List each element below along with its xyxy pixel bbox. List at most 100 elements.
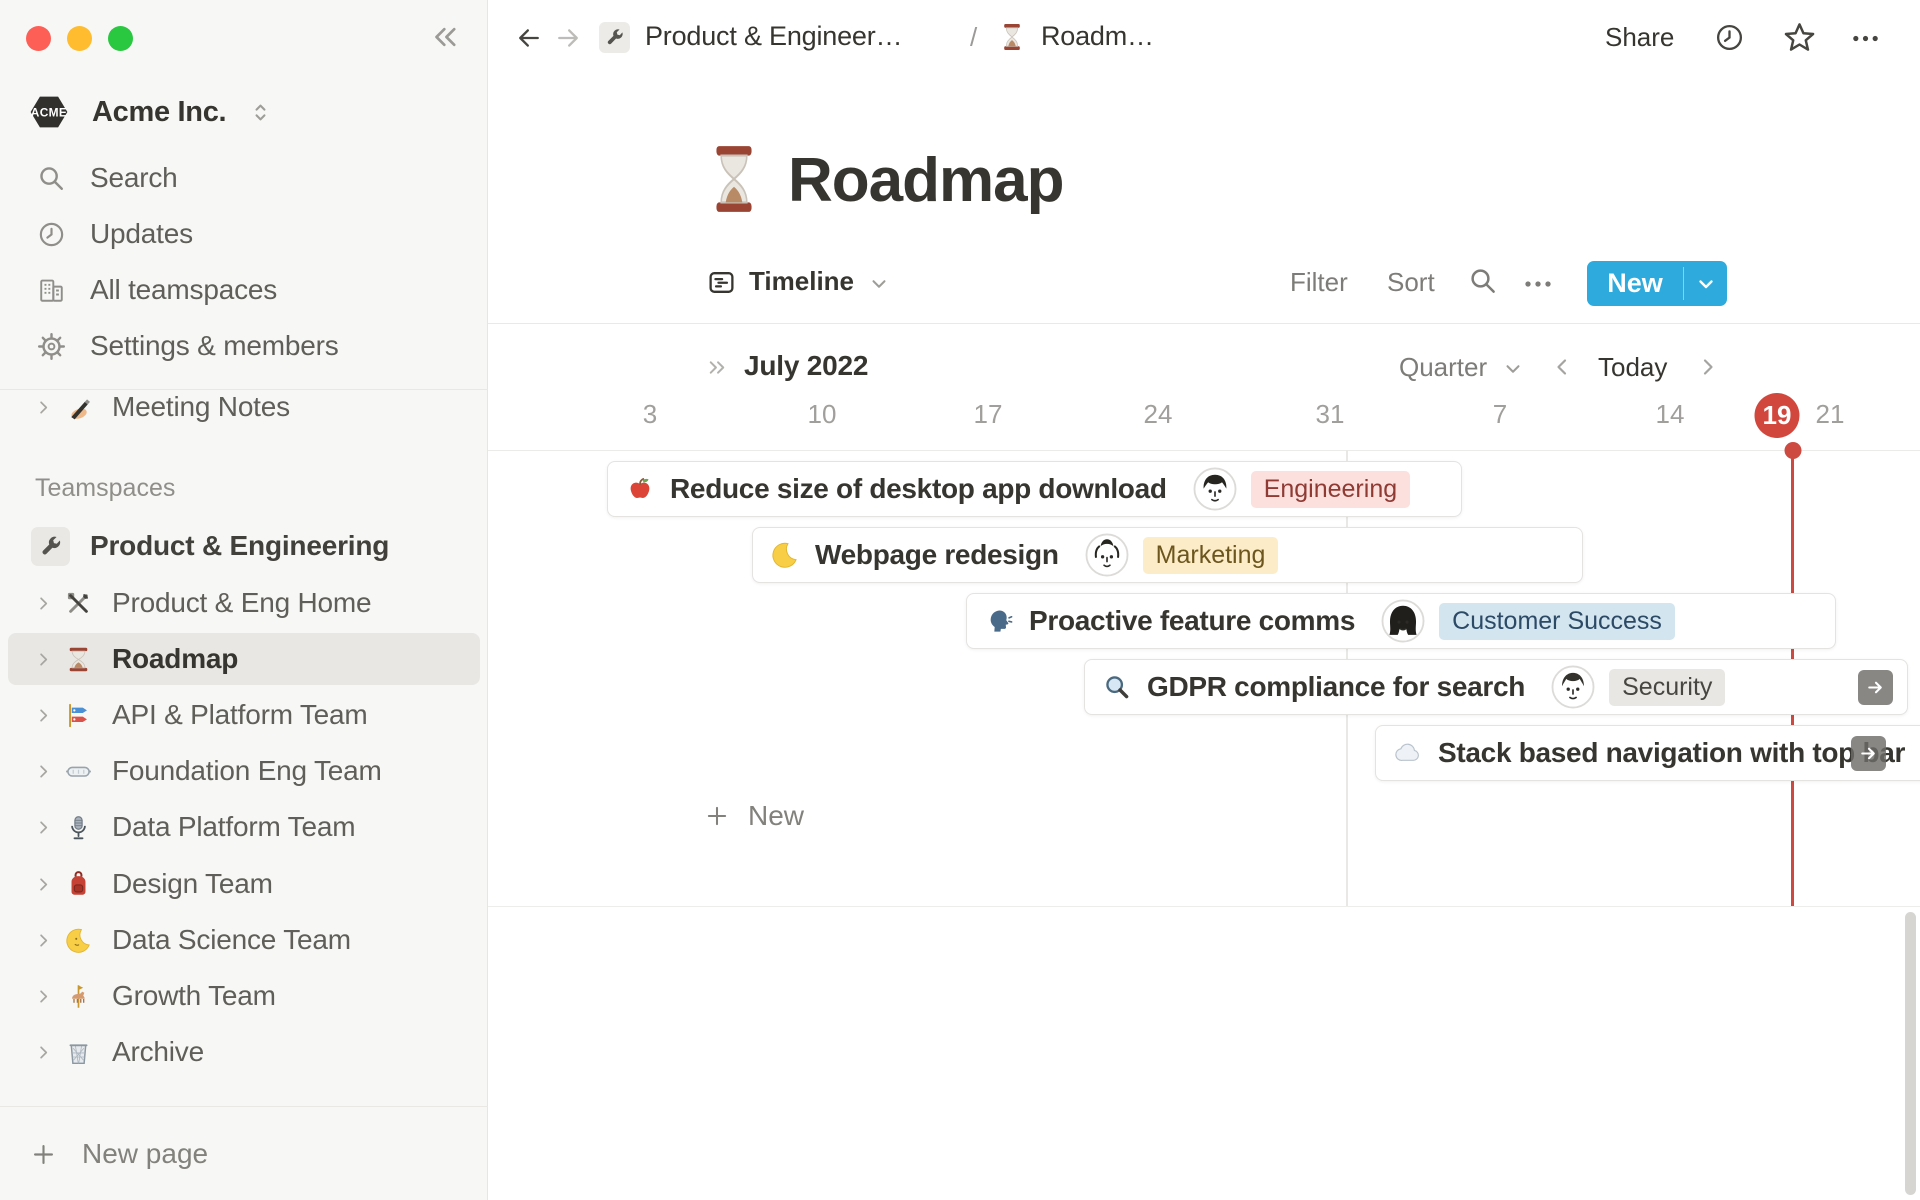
team-tag: Security: [1609, 668, 1726, 706]
double-chevron-right-icon[interactable]: [705, 355, 730, 380]
chevron-left-icon[interactable]: [1550, 355, 1574, 379]
workspace-switcher[interactable]: ACME Acme Inc.: [28, 90, 273, 134]
open-page-arrow-button[interactable]: [1858, 670, 1893, 705]
zoom-window-button[interactable]: [108, 26, 133, 51]
chevron-right-icon[interactable]: [34, 1043, 53, 1062]
sidebar-item-archive[interactable]: Archive: [0, 1026, 488, 1078]
sidebar-item-product-engineering[interactable]: Product & Engineering: [0, 520, 488, 572]
sidebar-item-search[interactable]: Search: [0, 152, 488, 204]
page-title-icon[interactable]: [707, 141, 761, 217]
clock-icon[interactable]: [1714, 22, 1745, 53]
chevron-right-icon[interactable]: [34, 594, 53, 613]
back-button[interactable]: [515, 24, 543, 52]
today-button[interactable]: Today: [1598, 352, 1667, 383]
sidebar-item-all-teamspaces[interactable]: All teamspaces: [0, 264, 488, 316]
sidebar-item-label: Settings & members: [90, 330, 339, 361]
sort-button[interactable]: Sort: [1387, 267, 1435, 298]
chevron-down-icon[interactable]: [1502, 358, 1524, 380]
new-item-button[interactable]: New: [1587, 261, 1727, 306]
team-tag: Customer Success: [1439, 602, 1675, 640]
sidebar-item-data-science-team[interactable]: Data Science Team: [0, 914, 488, 966]
timeline-item-reduce-app-size[interactable]: Reduce size of desktop app download Engi…: [607, 461, 1462, 517]
teamspace-icon-box: [31, 526, 70, 566]
new-page-button[interactable]: New page: [0, 1128, 488, 1180]
updown-icon: [248, 100, 273, 125]
breadcrumb-teamspace[interactable]: [599, 22, 630, 53]
wrench-emoji: [38, 534, 63, 559]
chevron-right-icon[interactable]: [34, 875, 53, 894]
sidebar-item-roadmap-selected[interactable]: Roadmap: [8, 633, 480, 685]
star-icon[interactable]: [1782, 20, 1817, 55]
sidebar-item-product-eng-home[interactable]: Product & Eng Home: [0, 577, 488, 629]
chevron-right-icon[interactable]: [34, 398, 53, 417]
building-icon: [37, 276, 66, 305]
chevron-right-icon[interactable]: [1696, 355, 1720, 379]
chevron-right-icon[interactable]: [34, 706, 53, 725]
sidebar-item-settings[interactable]: Settings & members: [0, 320, 488, 372]
date-label: 31: [1315, 399, 1345, 429]
avatar: [1381, 599, 1425, 643]
filter-button[interactable]: Filter: [1290, 267, 1348, 298]
window-controls: [26, 26, 133, 51]
avatar: [1551, 665, 1595, 709]
sidebar-item-meeting-notes[interactable]: Meeting Notes: [0, 381, 488, 433]
cloud-emoji: [1394, 739, 1422, 767]
sidebar-item-label: All teamspaces: [90, 274, 278, 305]
close-window-button[interactable]: [26, 26, 51, 51]
sidebar-item-label: Roadmap: [112, 643, 239, 674]
dots-icon[interactable]: [1522, 268, 1554, 300]
hourglass-emoji: [1000, 22, 1024, 52]
forward-button[interactable]: [554, 24, 582, 52]
speaking-head-emoji: [985, 607, 1013, 635]
page-title[interactable]: Roadmap: [788, 145, 1064, 216]
breadcrumb-teamspace-label[interactable]: Product & Engineer…: [645, 21, 903, 52]
sidebar-item-design-team[interactable]: Design Team: [0, 858, 488, 910]
timeline-item-gdpr-compliance[interactable]: GDPR compliance for search Security: [1084, 659, 1908, 715]
new-item-button-label[interactable]: New: [1587, 261, 1683, 306]
minimize-window-button[interactable]: [67, 26, 92, 51]
hammer-wrench-emoji: [65, 590, 92, 617]
sidebar-item-updates[interactable]: Updates: [0, 208, 488, 260]
breadcrumb-separator: /: [970, 22, 978, 52]
date-label: 24: [1143, 399, 1173, 429]
dots-icon[interactable]: [1850, 23, 1881, 54]
sidebar-item-label: Data Science Team: [112, 924, 351, 955]
collapse-sidebar-icon[interactable]: [428, 20, 462, 54]
open-page-arrow-button[interactable]: [1851, 736, 1886, 771]
timeline-item-title: Reduce size of desktop app download: [670, 473, 1167, 504]
microphone-emoji: [65, 814, 92, 841]
backpack-emoji: [65, 870, 92, 898]
chevron-down-icon[interactable]: [868, 273, 890, 295]
timeline-item-title: Proactive feature comms: [1029, 605, 1356, 636]
sidebar-item-data-platform-team[interactable]: Data Platform Team: [0, 801, 488, 853]
sidebar-item-label: Meeting Notes: [112, 391, 290, 422]
breadcrumb-page-label[interactable]: Roadm…: [1041, 21, 1154, 52]
workspace-logo: ACME: [28, 91, 70, 133]
chevron-right-icon[interactable]: [34, 650, 53, 669]
today-line-dot: [1784, 442, 1802, 459]
date-label: 3: [642, 399, 658, 429]
chevron-right-icon[interactable]: [34, 987, 53, 1006]
timeline-item-stack-navigation[interactable]: Stack based navigation with top bar: [1375, 725, 1920, 781]
timeline-new-row-button[interactable]: New: [704, 796, 804, 836]
search-icon[interactable]: [1468, 266, 1498, 296]
timeline-zoom-select[interactable]: Quarter: [1399, 352, 1487, 383]
teamspaces-section-label: Teamspaces: [35, 474, 176, 502]
new-item-dropdown[interactable]: [1684, 261, 1727, 306]
search-icon: [37, 164, 66, 193]
avatar: [1193, 467, 1237, 511]
timeline-item-webpage-redesign[interactable]: Webpage redesign Marketing: [752, 527, 1583, 583]
chevron-right-icon[interactable]: [34, 762, 53, 781]
timeline-item-proactive-feature-comms[interactable]: Proactive feature comms Customer Success: [966, 593, 1836, 649]
timeline-view-icon: [707, 268, 736, 297]
vertical-scrollbar[interactable]: [1905, 912, 1916, 1195]
sidebar-item-api-platform-team[interactable]: API & Platform Team: [0, 689, 488, 741]
share-button[interactable]: Share: [1605, 22, 1674, 53]
sidebar-item-growth-team[interactable]: Growth Team: [0, 970, 488, 1022]
view-tab-timeline[interactable]: Timeline: [749, 266, 854, 297]
chevron-right-icon[interactable]: [34, 931, 53, 950]
chevron-right-icon[interactable]: [34, 818, 53, 837]
sidebar-item-foundation-eng-team[interactable]: Foundation Eng Team: [0, 745, 488, 797]
sidebar-item-label: API & Platform Team: [112, 699, 368, 730]
date-label: 7: [1492, 399, 1508, 429]
